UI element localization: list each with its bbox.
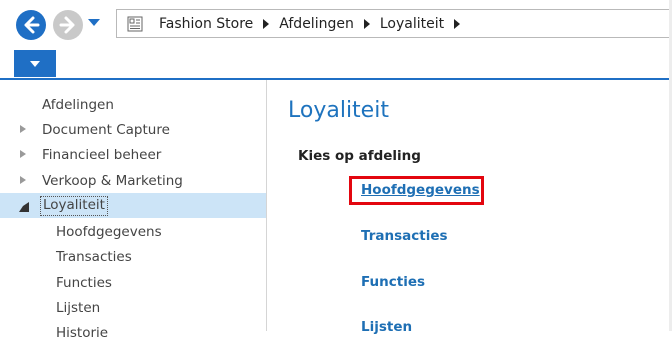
back-button[interactable] [16, 10, 46, 40]
link-functies[interactable]: Functies [361, 274, 425, 290]
address-toolbar: Fashion Store Afdelingen Loyaliteit [0, 0, 672, 48]
nav-item-label: Hoofdgegevens [56, 223, 162, 240]
navigation-pane: Afdelingen Document Capture Financieel b… [0, 80, 267, 341]
content-pane: Loyaliteit Kies op afdeling Hoofdgegeven… [268, 80, 672, 335]
link-transacties[interactable]: Transacties [361, 228, 448, 244]
breadcrumb: Fashion Store Afdelingen Loyaliteit [159, 10, 470, 37]
link-hoofdgegevens[interactable]: Hoofdgegevens [361, 182, 480, 198]
expand-arrow-icon[interactable] [20, 150, 26, 158]
address-bar[interactable]: Fashion Store Afdelingen Loyaliteit [116, 9, 672, 38]
nav-item-label: Functies [56, 274, 112, 291]
expand-arrow-icon[interactable] [20, 125, 26, 133]
nav-item-label: Transacties [56, 248, 132, 265]
nav-subitem-historie[interactable]: Historie [0, 320, 266, 345]
breadcrumb-item[interactable]: Afdelingen [279, 16, 354, 32]
chevron-right-icon[interactable] [363, 18, 370, 29]
chevron-right-icon[interactable] [454, 18, 461, 29]
nav-item-loyaliteit[interactable]: Loyaliteit [0, 193, 266, 218]
nav-item-document-capture[interactable]: Document Capture [0, 117, 266, 142]
nav-item-label: Document Capture [42, 121, 170, 138]
chevron-down-icon [30, 61, 40, 67]
nav-item-label: Verkoop & Marketing [42, 172, 183, 189]
nav-subitem-lijsten[interactable]: Lijsten [0, 295, 266, 320]
nav-item-label: Lijsten [56, 299, 101, 316]
page-title: Loyaliteit [288, 98, 389, 123]
page-icon [127, 16, 143, 32]
nav-item-financieel-beheer[interactable]: Financieel beheer [0, 142, 266, 167]
nav-subitem-functies[interactable]: Functies [0, 270, 266, 295]
link-lijsten[interactable]: Lijsten [361, 319, 412, 335]
ribbon-bar [0, 48, 672, 79]
arrow-left-icon [24, 16, 40, 34]
ribbon-menu-button[interactable] [14, 50, 56, 77]
nav-item-verkoop-marketing[interactable]: Verkoop & Marketing [0, 168, 266, 193]
nav-item-label: Historie [56, 324, 109, 341]
nav-header-afdelingen[interactable]: Afdelingen [0, 92, 266, 117]
collapse-arrow-icon[interactable] [19, 202, 29, 212]
forward-button[interactable] [53, 10, 83, 40]
nav-subitem-hoofdgegevens[interactable]: Hoofdgegevens [0, 219, 266, 244]
breadcrumb-item[interactable]: Fashion Store [159, 16, 253, 32]
expand-arrow-icon[interactable] [20, 176, 26, 184]
section-heading: Kies op afdeling [298, 148, 421, 164]
nav-subitem-transacties[interactable]: Transacties [0, 244, 266, 269]
breadcrumb-item[interactable]: Loyaliteit [380, 16, 444, 32]
nav-item-label: Financieel beheer [42, 146, 162, 163]
chevron-right-icon[interactable] [263, 18, 270, 29]
history-dropdown-icon[interactable] [88, 19, 100, 26]
nav-item-label: Afdelingen [42, 96, 114, 113]
arrow-right-icon [59, 16, 75, 34]
nav-item-label: Loyaliteit [40, 196, 108, 216]
